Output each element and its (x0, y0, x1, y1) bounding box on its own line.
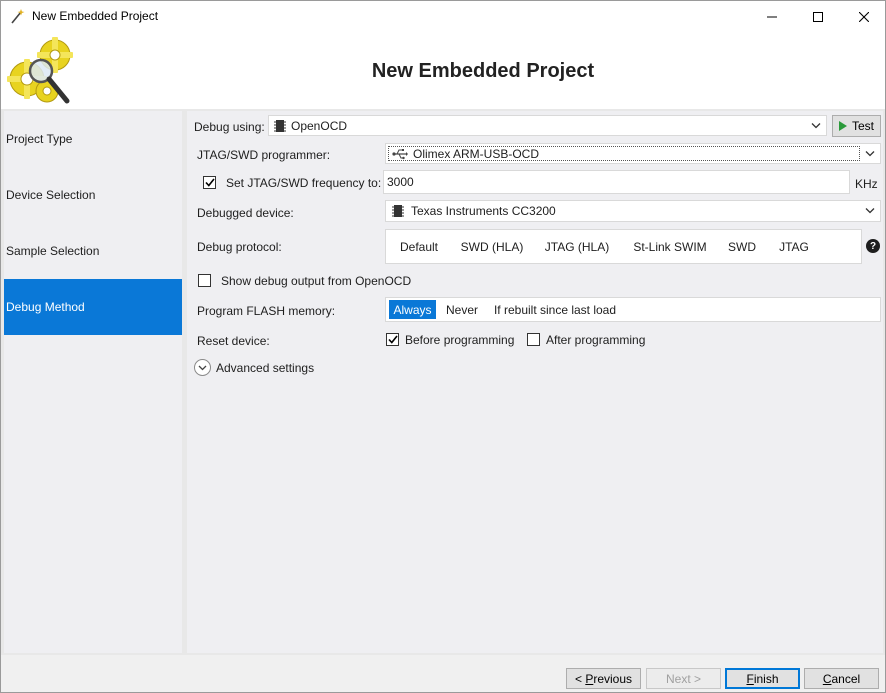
debugged-device-value: Texas Instruments CC3200 (411, 204, 556, 218)
protocol-option-swd[interactable]: SWD (723, 230, 761, 263)
page-title: New Embedded Project (371, 60, 595, 82)
protocol-option-st-link-swim[interactable]: St-Link SWIM (625, 230, 715, 263)
test-button[interactable]: Test (832, 115, 881, 137)
program-flash-selector: Always Never If rebuilt since last load (385, 297, 881, 322)
cancel-mnemonic: C (822, 671, 832, 686)
programmer-label: JTAG/SWD programmer: (197, 148, 331, 162)
debug-using-value: OpenOCD (291, 118, 348, 133)
finish-mnemonic: F (746, 671, 754, 686)
minimize-button[interactable] (749, 1, 795, 32)
debug-protocol-selector: Default SWD (HLA) JTAG (HLA) St-Link SWI… (385, 229, 862, 264)
debugged-device-label: Debugged device: (197, 206, 294, 220)
protocol-option-swd-hla[interactable]: SWD (HLA) (456, 230, 528, 263)
close-button[interactable] (841, 1, 886, 32)
chevron-down-icon (865, 150, 875, 156)
help-icon[interactable]: ? (866, 239, 880, 253)
close-icon (859, 11, 869, 22)
cancel-rest: ancel (831, 671, 861, 686)
previous-mnemonic: P (585, 671, 594, 686)
sidebar-item-debug-method[interactable]: Debug Method (4, 279, 182, 335)
flash-option-always[interactable]: Always (389, 300, 436, 319)
checkmark-icon (204, 178, 215, 187)
wizard-sidebar: Project Type Device Selection Sample Sel… (4, 111, 182, 653)
sidebar-item-device-selection[interactable]: Device Selection (4, 167, 182, 223)
cancel-button[interactable]: Cancel (804, 668, 879, 689)
settings-panel: Debug using: OpenOCD Test JTAG/SWD progr… (187, 111, 883, 653)
debug-protocol-label: Debug protocol: (197, 240, 282, 254)
show-debug-output-label[interactable]: Show debug output from OpenOCD (221, 274, 411, 288)
flash-option-if-rebuilt[interactable]: If rebuilt since last load (490, 298, 620, 321)
frequency-label[interactable]: Set JTAG/SWD frequency to: (226, 176, 381, 190)
previous-button[interactable]: < Previous (566, 668, 641, 689)
chip-icon (274, 119, 286, 132)
program-flash-label: Program FLASH memory: (197, 304, 336, 318)
frequency-checkbox[interactable] (203, 176, 216, 189)
before-programming-label[interactable]: Before programming (405, 333, 514, 347)
flash-option-never[interactable]: Never (442, 298, 482, 321)
advanced-settings-label[interactable]: Advanced settings (216, 361, 314, 375)
dialog-window: New Embedded Project New Embedded Projec… (0, 0, 886, 693)
maximize-icon (813, 11, 823, 22)
sidebar-item-project-type[interactable]: Project Type (4, 111, 182, 167)
after-programming-checkbox[interactable] (527, 333, 540, 346)
advanced-expand-button[interactable] (194, 359, 211, 376)
wand-icon (11, 9, 25, 24)
play-icon (838, 121, 847, 131)
frequency-unit: KHz (855, 177, 878, 191)
chevron-down-icon (198, 365, 207, 370)
finish-rest: inish (753, 671, 779, 686)
focus-rectangle (388, 146, 860, 161)
debugged-device-dropdown[interactable]: Texas Instruments CC3200 (385, 200, 881, 222)
window-title: New Embedded Project (32, 9, 159, 23)
before-programming-checkbox[interactable] (386, 333, 399, 346)
finish-button[interactable]: Finish (725, 668, 800, 689)
checkmark-icon (387, 335, 398, 344)
wizard-header: New Embedded Project (1, 32, 885, 109)
debug-using-label: Debug using: (194, 120, 265, 134)
reset-device-label: Reset device: (197, 334, 270, 348)
title-bar: New Embedded Project (1, 1, 885, 32)
after-programming-label[interactable]: After programming (546, 333, 645, 347)
previous-rest: revious (593, 671, 633, 686)
protocol-option-jtag-hla[interactable]: JTAG (HLA) (539, 230, 615, 263)
sidebar-item-sample-selection[interactable]: Sample Selection (4, 223, 182, 279)
chevron-down-icon (811, 122, 821, 128)
chevron-down-icon (865, 208, 875, 214)
show-debug-output-checkbox[interactable] (198, 274, 211, 287)
chip-icon (392, 205, 404, 217)
frequency-value: 3000 (387, 175, 414, 189)
maximize-button[interactable] (795, 1, 841, 32)
next-button[interactable]: Next > (646, 668, 721, 689)
protocol-option-jtag[interactable]: JTAG (773, 230, 815, 263)
debug-using-dropdown[interactable]: OpenOCD (268, 115, 827, 136)
previous-prefix: < (574, 671, 586, 686)
programmer-dropdown[interactable]: Olimex ARM-USB-OCD (385, 143, 881, 164)
frequency-input[interactable]: 3000 (383, 170, 850, 194)
protocol-option-default[interactable]: Default (392, 230, 446, 263)
test-button-label: Test (851, 119, 874, 133)
minimize-icon (767, 16, 777, 17)
